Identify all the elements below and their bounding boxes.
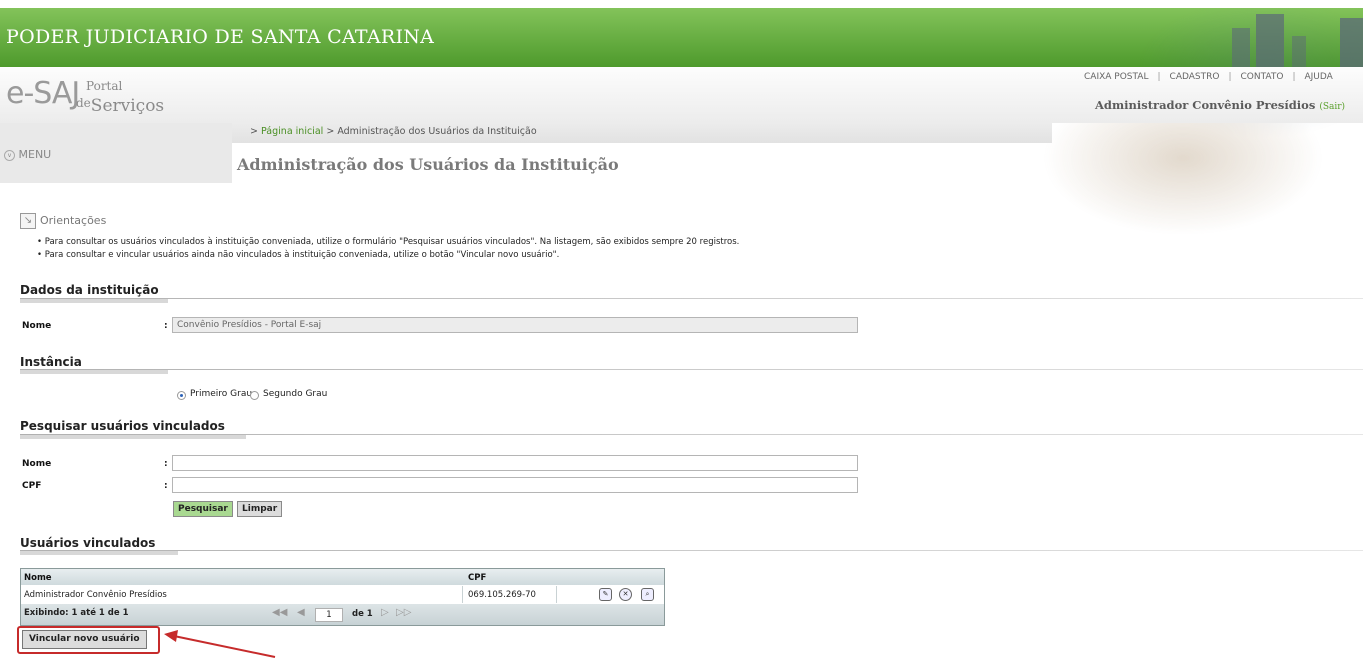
building-image: [1232, 28, 1250, 67]
logo-de-label: de: [76, 96, 91, 110]
next-page-icon[interactable]: ▷: [381, 607, 389, 618]
breadcrumb: > Página inicial > Administração dos Usu…: [250, 126, 537, 137]
first-page-icon[interactable]: ◀◀: [272, 607, 287, 618]
radio-label-segundo-grau: Segundo Grau: [263, 389, 328, 399]
orientacao-item: • Para consultar os usuários vinculados …: [37, 237, 740, 247]
column-divider: [462, 586, 463, 603]
last-page-icon[interactable]: ▷▷: [396, 607, 411, 618]
logo-portal-label: Portal: [86, 79, 123, 93]
breadcrumb-home-link[interactable]: Página inicial: [261, 126, 323, 137]
instituicao-nome-field: Convênio Presídios - Portal E-saj: [172, 317, 858, 333]
prev-page-icon[interactable]: ◀: [297, 607, 305, 618]
building-image: [1256, 14, 1284, 67]
section-underline: [20, 299, 168, 303]
section-underline: [20, 370, 168, 374]
separator: |: [1292, 72, 1296, 82]
separator: |: [1157, 72, 1161, 82]
column-header-nome[interactable]: Nome: [24, 573, 52, 583]
menu-label: MENU: [18, 148, 52, 161]
link-cadastro[interactable]: CADASTRO: [1170, 72, 1220, 82]
view-icon[interactable]: ⌕: [641, 588, 654, 601]
building-image: [1340, 18, 1363, 67]
section-underline: [20, 435, 246, 439]
colon: :: [164, 321, 168, 331]
section-usuarios-vinculados: Usuários vinculados: [20, 536, 156, 550]
cell-cpf: 069.105.269-70: [468, 590, 536, 600]
search-cpf-input[interactable]: [172, 477, 858, 493]
edit-icon[interactable]: ✎: [599, 588, 612, 601]
remove-icon[interactable]: ✕: [619, 588, 632, 601]
colon: :: [164, 459, 168, 469]
divider: [20, 298, 1363, 299]
orientacoes-title[interactable]: Orientações: [40, 214, 106, 227]
clear-button[interactable]: Limpar: [237, 501, 283, 517]
pagination-summary: Exibindo: 1 até 1 de 1: [24, 608, 129, 618]
search-nome-input[interactable]: [172, 455, 858, 471]
logo-portal-text: Portal: [86, 80, 122, 92]
section-dados-instituicao: Dados da instituição: [20, 283, 159, 297]
user-name: Administrador Convênio Presídios: [1095, 98, 1316, 112]
logout-link[interactable]: (Sair): [1319, 102, 1345, 112]
page-number-input[interactable]: 1: [315, 608, 343, 622]
radio-label-primeiro-grau: Primeiro Grau: [190, 389, 253, 399]
highlight-box: [17, 626, 160, 654]
search-button[interactable]: Pesquisar: [173, 501, 233, 517]
breadcrumb-prefix: >: [250, 126, 258, 137]
logo-servicos-text: deServiços: [76, 96, 164, 116]
orientacao-item: • Para consultar e vincular usuários ain…: [37, 250, 560, 260]
table-row: Administrador Convênio Presídios 069.105…: [21, 586, 664, 603]
logo-servicos-label: Serviços: [90, 96, 165, 116]
section-underline: [20, 551, 178, 555]
separator: |: [1228, 72, 1232, 82]
radio-primeiro-grau[interactable]: [177, 391, 186, 400]
annotation-arrow: [164, 630, 276, 658]
nome-label: Nome: [22, 321, 52, 331]
nome-label: Nome: [22, 459, 52, 469]
section-instancia: Instância: [20, 355, 82, 369]
breadcrumb-sep: >: [326, 126, 335, 137]
cell-nome: Administrador Convênio Presídios: [24, 590, 167, 600]
chevron-down-icon: v: [4, 149, 15, 161]
column-divider: [556, 586, 557, 603]
divider: [20, 369, 1363, 370]
page-title: Administração dos Usuários da Instituiçã…: [237, 155, 619, 174]
link-ajuda[interactable]: AJUDA: [1305, 72, 1333, 82]
top-links: CAIXA POSTAL | CADASTRO | CONTATO | AJUDA: [1084, 72, 1333, 82]
building-image: [1292, 36, 1306, 67]
menu-toggle[interactable]: v MENU: [4, 148, 51, 161]
column-header-cpf[interactable]: CPF: [468, 573, 486, 583]
page-total: de 1: [352, 609, 373, 619]
breadcrumb-current: Administração dos Usuários da Instituiçã…: [337, 126, 537, 137]
radio-segundo-grau[interactable]: [250, 391, 259, 400]
divider: [20, 550, 1363, 551]
table-header: Nome CPF: [21, 569, 664, 585]
esaj-logo[interactable]: e-SAJ: [6, 76, 80, 111]
arrow-down-right-icon[interactable]: ↘: [20, 213, 36, 229]
section-pesquisar: Pesquisar usuários vinculados: [20, 419, 225, 433]
colon: :: [164, 481, 168, 491]
cpf-label: CPF: [22, 481, 42, 491]
user-info: Administrador Convênio Presídios (Sair): [1095, 98, 1345, 112]
link-contato[interactable]: CONTATO: [1241, 72, 1284, 82]
site-title: PODER JUDICIARIO DE SANTA CATARINA: [6, 26, 435, 48]
link-caixa-postal[interactable]: CAIXA POSTAL: [1084, 72, 1148, 82]
